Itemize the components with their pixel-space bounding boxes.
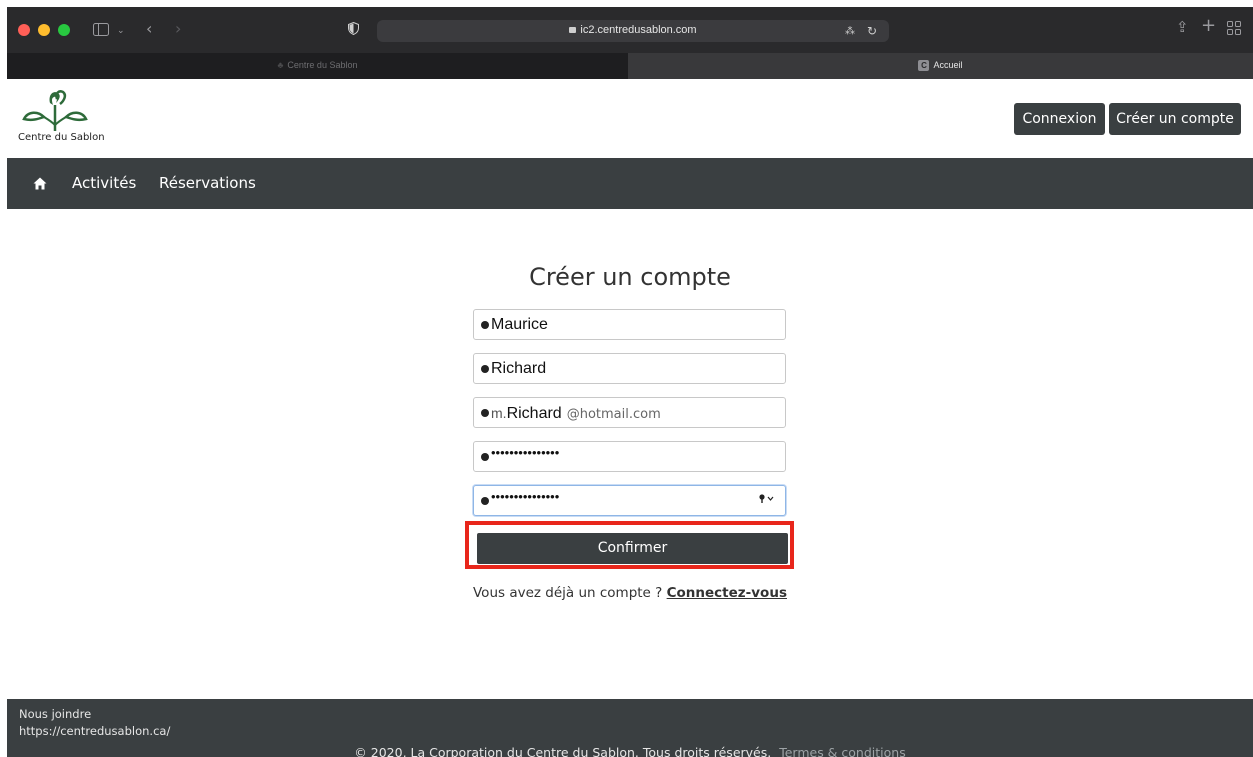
privacy-shield-icon[interactable] [348, 21, 359, 38]
password-field[interactable]: ••••••••••••••• [473, 441, 786, 472]
close-window-button[interactable] [18, 24, 30, 36]
url-text: ic2.centredusablon.com [377, 24, 889, 36]
page-title: Créer un compte [529, 263, 731, 291]
sidebar-toggle-icon[interactable] [93, 23, 109, 39]
has-account-text: Vous avez déjà un compte ? [473, 585, 663, 601]
confirm-button[interactable]: Confirmer [477, 533, 788, 564]
home-icon[interactable] [33, 175, 47, 194]
tab-accueil[interactable]: C Accueil [628, 53, 1253, 79]
nav-item-activites[interactable]: Activités [72, 174, 136, 192]
autofill-dot-icon [481, 497, 489, 505]
nav-item-reservations[interactable]: Réservations [159, 174, 256, 192]
email-field[interactable]: m.Richard @hotmail.com [473, 397, 786, 428]
site-header: Centre du Sablon Connexion Créer un comp… [7, 79, 1253, 159]
autofill-dot-icon [481, 453, 489, 461]
autofill-dot-icon [481, 365, 489, 373]
minimize-window-button[interactable] [38, 24, 50, 36]
logo-text: Centre du Sablon [18, 132, 105, 143]
create-account-button[interactable]: Créer un compte [1109, 103, 1241, 135]
site-footer: Nous joindre https://centredusablon.ca/ … [7, 699, 1253, 757]
last-name-value: Richard [491, 360, 547, 377]
login-link[interactable]: Connectez-vous [667, 585, 787, 601]
chevron-down-icon[interactable]: ⌄ [117, 24, 125, 38]
first-name-field[interactable]: Maurice [473, 309, 786, 340]
main-nav: Activités Réservations [7, 158, 1253, 209]
tab-centre-du-sablon[interactable]: ♣ Centre du Sablon [7, 53, 628, 79]
address-bar[interactable]: ic2.centredusablon.com ⁂ ↻ [377, 20, 889, 42]
last-name-field[interactable]: Richard [473, 353, 786, 384]
terms-link[interactable]: Termes & conditions [779, 745, 906, 757]
footer-contact-title: Nous joindre [19, 707, 92, 721]
confirm-password-mask: ••••••••••••••• [491, 489, 560, 504]
reload-icon[interactable]: ↻ [867, 24, 877, 38]
forward-icon[interactable]: › [175, 21, 181, 37]
zoom-window-button[interactable] [58, 24, 70, 36]
login-button[interactable]: Connexion [1014, 103, 1105, 135]
lock-icon [569, 27, 577, 33]
login-prompt: Vous avez déjà un compte ? Connectez-vou… [7, 585, 1253, 601]
tab-overview-icon[interactable] [1227, 21, 1241, 38]
favicon-badge: C [918, 60, 930, 71]
share-icon[interactable]: ⇪ [1176, 20, 1189, 35]
first-name-value: Maurice [491, 316, 548, 333]
autofill-dot-icon [481, 321, 489, 329]
new-tab-icon[interactable]: + [1201, 17, 1216, 35]
confirm-password-field[interactable]: ••••••••••••••• [473, 485, 786, 516]
footer-contact-url[interactable]: https://centredusablon.ca/ [19, 724, 170, 738]
footer-copyright-line: © 2020, La Corporation du Centre du Sabl… [7, 745, 1253, 757]
password-mask: ••••••••••••••• [491, 445, 560, 460]
password-key-icon[interactable] [759, 493, 775, 507]
autofill-dot-icon [481, 409, 489, 417]
leaf-favicon-icon: ♣ [277, 60, 284, 70]
highlight-box: Confirmer [465, 521, 794, 569]
tab-label: C Accueil [628, 60, 1253, 71]
tab-strip: ♣ Centre du Sablon C Accueil [7, 53, 1253, 79]
back-icon[interactable]: ‹ [146, 21, 152, 37]
browser-window: ⌄ ‹ › ic2.centredusablon.com ⁂ ↻ ⇪ + ♣ Ce… [7, 7, 1253, 757]
site-logo[interactable]: Centre du Sablon [17, 89, 117, 149]
email-value: m.Richard @hotmail.com [491, 405, 661, 422]
copyright-text: © 2020, La Corporation du Centre du Sabl… [354, 745, 772, 757]
logo-leaf-icon [22, 90, 88, 131]
tab-label: ♣ Centre du Sablon [277, 60, 358, 70]
browser-toolbar: ⌄ ‹ › ic2.centredusablon.com ⁂ ↻ ⇪ + [7, 7, 1253, 53]
translate-icon[interactable]: ⁂ [845, 25, 855, 39]
